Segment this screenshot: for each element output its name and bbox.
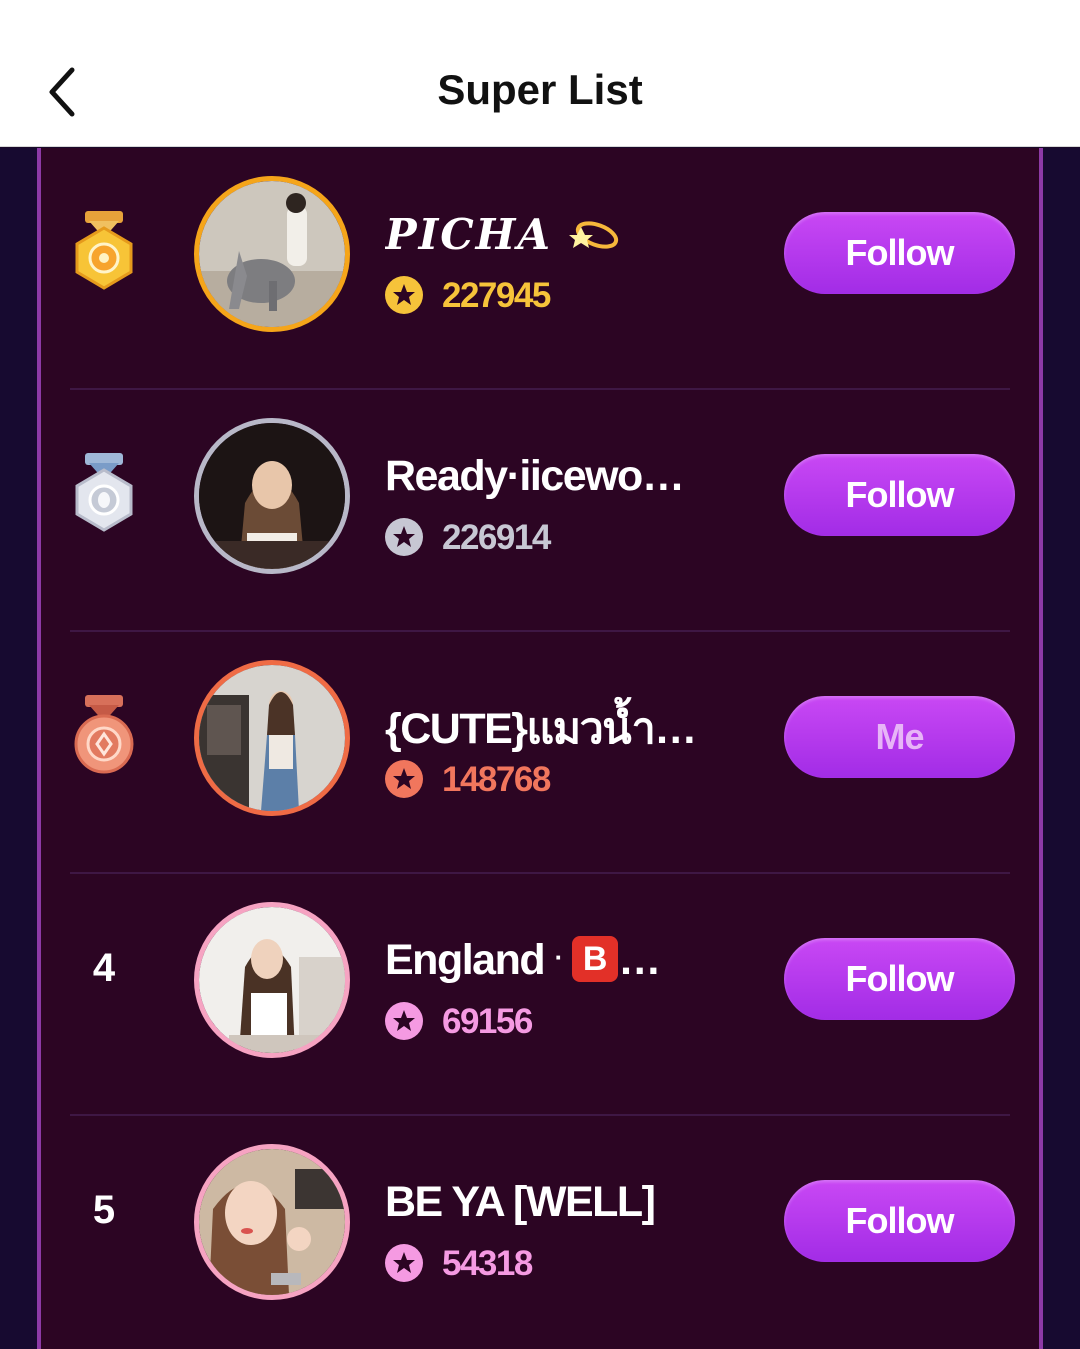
ranking-row-2: Ready·iicewo… 226914 Follow xyxy=(41,390,1039,632)
star-coin-icon xyxy=(385,760,423,798)
user-name: England · B… xyxy=(385,936,661,984)
avatar[interactable] xyxy=(194,176,350,332)
avatar[interactable] xyxy=(194,1144,350,1300)
user-name: PICHA xyxy=(385,210,715,259)
score-value: 227945 xyxy=(442,276,551,315)
score-value: 148768 xyxy=(442,760,551,799)
ranking-row-4: 4 England · B… 69156 Follow xyxy=(41,874,1039,1116)
score-value: 69156 xyxy=(442,1002,533,1041)
star-coin-icon xyxy=(385,276,423,314)
star-coin-icon xyxy=(385,1244,423,1282)
right-gutter xyxy=(1043,148,1080,1349)
score-value: 54318 xyxy=(442,1244,533,1283)
avatar[interactable] xyxy=(194,418,350,574)
comet-ring-icon xyxy=(568,221,618,249)
gold-medal-icon xyxy=(69,208,139,292)
top-bar: Super List xyxy=(0,0,1080,147)
rank-number: 5 xyxy=(92,1188,116,1232)
left-gutter xyxy=(0,148,37,1349)
rank-number: 4 xyxy=(92,946,116,990)
score-value: 226914 xyxy=(442,518,551,557)
follow-button[interactable]: Follow xyxy=(784,1180,1015,1262)
star-coin-icon xyxy=(385,1002,423,1040)
me-button[interactable]: Me xyxy=(784,696,1015,778)
user-name: Ready·iicewo… xyxy=(385,452,685,500)
page-title: Super List xyxy=(437,66,643,113)
follow-button[interactable]: Follow xyxy=(784,938,1015,1020)
user-name: {CUTE}แมวน้ำ… xyxy=(385,705,697,753)
ranking-list: PICHA 227945 Follow Ready·iicewo… 226914… xyxy=(37,148,1043,1349)
user-name: BE YA [WELL] xyxy=(385,1178,656,1226)
star-coin-icon xyxy=(385,518,423,556)
ranking-row-3: {CUTE}แมวน้ำ… 148768 Me xyxy=(41,632,1039,874)
silver-medal-icon xyxy=(69,450,139,534)
follow-button[interactable]: Follow xyxy=(784,454,1015,536)
follow-button[interactable]: Follow xyxy=(784,212,1015,294)
ranking-row-5: 5 BE YA [WELL] 54318 Follow xyxy=(41,1116,1039,1349)
ranking-row-1: PICHA 227945 Follow xyxy=(41,148,1039,390)
b-badge-icon: B xyxy=(572,936,619,982)
avatar[interactable] xyxy=(194,902,350,1058)
avatar[interactable] xyxy=(194,660,350,816)
bronze-medal-icon xyxy=(69,692,139,776)
